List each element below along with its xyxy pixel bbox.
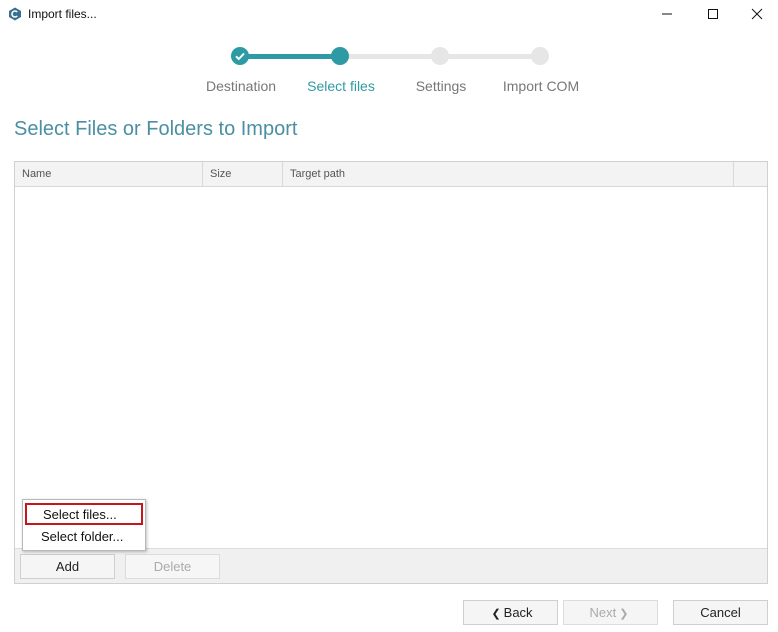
cancel-button[interactable]: Cancel	[673, 600, 768, 625]
minimize-button[interactable]	[644, 0, 690, 28]
table-header: Name Size Target path	[15, 162, 767, 187]
back-button[interactable]: ❮ Back	[463, 600, 558, 625]
add-button[interactable]: Add	[20, 554, 115, 579]
column-header-size[interactable]: Size	[203, 162, 283, 187]
checkmark-icon	[235, 52, 245, 61]
menu-item-select-files[interactable]: Select files...	[25, 503, 143, 525]
maximize-icon	[708, 9, 718, 19]
chevron-left-icon: ❮	[491, 608, 501, 620]
step-dot-destination	[231, 47, 249, 65]
title-bar: Import files...	[0, 0, 778, 28]
next-button: Next ❯	[563, 600, 658, 625]
column-header-extra	[734, 162, 767, 187]
delete-button: Delete	[125, 554, 220, 579]
step-label-destination: Destination	[205, 78, 277, 94]
table-body[interactable]	[15, 187, 767, 548]
maximize-button[interactable]	[690, 0, 736, 28]
add-dropdown-menu: Select files... Select folder...	[22, 499, 146, 551]
table-action-bar: Add Delete	[15, 548, 767, 583]
menu-item-select-folder[interactable]: Select folder...	[25, 527, 143, 549]
step-dot-import-com	[531, 47, 549, 65]
step-dot-select-files	[331, 47, 349, 65]
close-icon	[751, 8, 763, 20]
step-dot-settings	[431, 47, 449, 65]
step-connector-done	[242, 54, 340, 59]
app-logo-icon	[9, 7, 21, 21]
column-header-target-path[interactable]: Target path	[283, 162, 734, 187]
next-label: Next	[589, 605, 617, 620]
close-button[interactable]	[734, 0, 778, 28]
step-label-settings: Settings	[415, 78, 467, 94]
wizard-stepper: Destination Select files Settings Import…	[0, 44, 778, 104]
window-title: Import files...	[28, 7, 97, 21]
minimize-icon	[662, 13, 672, 15]
step-label-import-com: Import COM	[502, 78, 580, 94]
page-title: Select Files or Folders to Import	[14, 118, 298, 140]
step-label-select-files: Select files	[307, 78, 375, 94]
column-header-name[interactable]: Name	[15, 162, 203, 187]
back-label: Back	[503, 605, 533, 620]
chevron-right-icon: ❯	[619, 608, 629, 620]
